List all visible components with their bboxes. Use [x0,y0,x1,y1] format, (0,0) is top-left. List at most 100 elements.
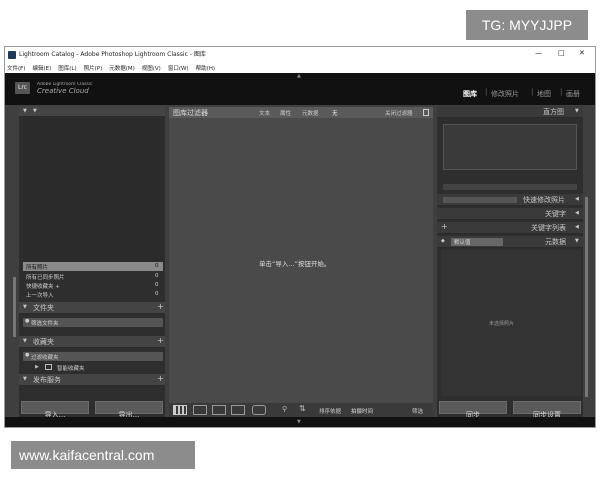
menu-view[interactable]: 视图(V) [142,64,161,72]
histogram-graph [443,124,577,170]
keywording-title: 关键字 [545,210,566,218]
histogram-info-bar [443,184,577,190]
survey-view-icon[interactable] [231,405,245,415]
menu-library[interactable]: 图库(L) [58,64,76,72]
compare-view-icon[interactable] [212,405,226,415]
menu-window[interactable]: 窗口(W) [168,64,189,72]
navigator-zoom-icon[interactable]: ▼ [33,108,37,114]
quick-develop-header[interactable]: 快速修改照片 ◀ [437,194,583,206]
collections-title: 收藏夹 [33,338,54,346]
spray-can-icon[interactable]: ⚲ [282,405,287,413]
navigator-collapse-icon[interactable]: ▼ [23,108,27,114]
catalog-item-synced[interactable]: 所有已同步照片 0 [23,272,163,281]
keywording-collapse-icon: ◀ [575,210,579,216]
filmstrip-toggle[interactable]: ▼ [5,417,595,427]
filter-tab-none[interactable]: 无 [332,109,338,117]
collections-header[interactable]: ▼ 收藏夹 + [19,336,165,348]
export-button[interactable]: 导出... [95,401,163,419]
metadata-preset-dropdown[interactable]: 默认值 [451,238,503,246]
sort-dropdown[interactable]: 拍摄时间 [351,407,373,415]
add-collection-icon[interactable]: + [157,336,164,345]
catalog-item-previous-import[interactable]: 上一次导入 0 [23,290,163,299]
import-button[interactable]: 导入... [21,401,89,419]
keywording-header[interactable]: 关键字 ◀ [437,208,583,220]
navigator-header[interactable]: ▼ ▼ [19,106,165,117]
no-photo-selected: 未选择照片 [489,321,515,327]
module-map[interactable]: 地图 [537,89,551,99]
lock-icon[interactable] [423,109,429,116]
identity-bar: ▲ Lrc Adobe Lightroom Classic Creative C… [5,73,595,105]
menu-metadata[interactable]: 元数据(M) [109,64,135,72]
identity-line-2: Creative Cloud [37,87,89,95]
lightroom-window: Lightroom Catalog - Adobe Photoshop Ligh… [4,46,596,428]
module-book[interactable]: 画册 [566,89,580,99]
collections-collapse-icon: ▼ [23,338,27,344]
maximize-button[interactable]: □ [558,49,565,57]
module-separator: | [485,88,488,96]
window-title: Lightroom Catalog - Adobe Photoshop Ligh… [19,51,206,58]
publish-title: 发布服务 [33,376,61,384]
histogram-title: 直方图 [543,108,564,116]
grid-view-icon[interactable] [173,405,187,415]
folders-header[interactable]: ▼ 文件夹 + [19,302,165,314]
left-panel-scrollbar[interactable] [13,277,16,337]
filmstrip-toggle-icon[interactable]: ▼ [297,419,301,425]
smart-collections-item[interactable]: ▶ 智能收藏夹 [23,363,163,372]
folders-title: 文件夹 [33,304,54,312]
filter-tab-text[interactable]: 文本 [259,109,270,117]
catalog-item-quick-collection[interactable]: 快捷收藏夹 + 0 [23,281,163,290]
metadata-title: 元数据 [545,238,566,246]
module-library[interactable]: 图库 [463,89,477,99]
smart-collection-icon [45,364,52,370]
module-develop[interactable]: 修改照片 [491,89,519,99]
expand-arrow-icon[interactable]: ▶ [35,364,39,370]
keyword-list-collapse-icon: ◀ [575,224,579,230]
publish-services-header[interactable]: ▼ 发布服务 + [19,374,165,386]
filter-bar-title: 图库过滤器 [173,109,208,117]
left-panel: ▼ ▼ 所有照片 0 所有已同步照片 0 快捷收藏夹 + 0 上一次导入 0 ▼… [19,106,165,419]
catalog-item-all-photos[interactable]: 所有照片 0 [23,262,163,271]
metadata-sync-icon[interactable]: ◆ [441,238,445,244]
lrc-logo: Lrc [15,82,30,94]
grid-view[interactable]: 单击“导入...”按钮开始。 [169,118,433,403]
menu-bar: 文件(F) 编辑(E) 图库(L) 照片(P) 元数据(M) 视图(V) 窗口(… [5,63,595,73]
watermark-top-right: TG: MYYJJPP [466,10,588,40]
toolbar-filter-dropdown[interactable]: 筛选 [412,407,423,415]
loupe-view-icon[interactable] [193,405,207,415]
filter-off-dropdown[interactable]: 关闭过滤器 [385,109,413,117]
menu-edit[interactable]: 编辑(E) [32,64,51,72]
watermark-bottom-left: www.kaifacentral.com [11,441,195,469]
collections-filter-field[interactable]: ● 过滤收藏夹 [23,352,163,361]
navigator-preview [23,118,163,264]
module-separator: | [560,88,563,96]
people-view-icon[interactable] [252,405,266,415]
menu-file[interactable]: 文件(F) [7,64,25,72]
folders-collapse-icon: ▼ [23,304,27,310]
histogram-header[interactable]: 直方图 ▼ [437,106,583,118]
title-bar: Lightroom Catalog - Adobe Photoshop Ligh… [5,47,595,63]
folders-filter-field[interactable]: ● 筛选文件夹 [23,318,163,327]
module-separator: | [531,88,534,96]
minimize-button[interactable]: — [535,49,542,57]
add-keyword-icon[interactable]: + [441,222,448,231]
top-panel-toggle-icon[interactable]: ▲ [297,73,301,79]
search-icon: ● [25,318,30,324]
metadata-header[interactable]: ◆ 默认值 元数据 ▼ [437,236,583,248]
quick-develop-preset-bar[interactable] [443,197,517,203]
search-icon: ● [25,352,30,358]
sort-direction-icon[interactable]: ⇅ [299,404,306,413]
menu-photo[interactable]: 照片(P) [84,64,103,72]
close-button[interactable]: ✕ [579,49,585,57]
right-panel-scrollbar[interactable] [585,197,588,397]
sync-button[interactable]: 同步 [439,401,507,419]
catalog-list: 所有照片 0 所有已同步照片 0 快捷收藏夹 + 0 上一次导入 0 [23,262,163,302]
add-publish-icon[interactable]: + [157,374,164,383]
filter-tab-metadata[interactable]: 元数据 [302,109,319,117]
menu-help[interactable]: 帮助(H) [196,64,215,72]
add-folder-icon[interactable]: + [157,302,164,311]
keyword-list-header[interactable]: + 关键字列表 ◀ [437,222,583,234]
library-toolbar: ⚲ ⇅ 排序依据 拍摄时间 筛选 [169,403,433,417]
sync-settings-button[interactable]: 同步设置 [513,401,581,419]
filter-tab-attribute[interactable]: 属性 [280,109,291,117]
app-icon [8,51,16,59]
